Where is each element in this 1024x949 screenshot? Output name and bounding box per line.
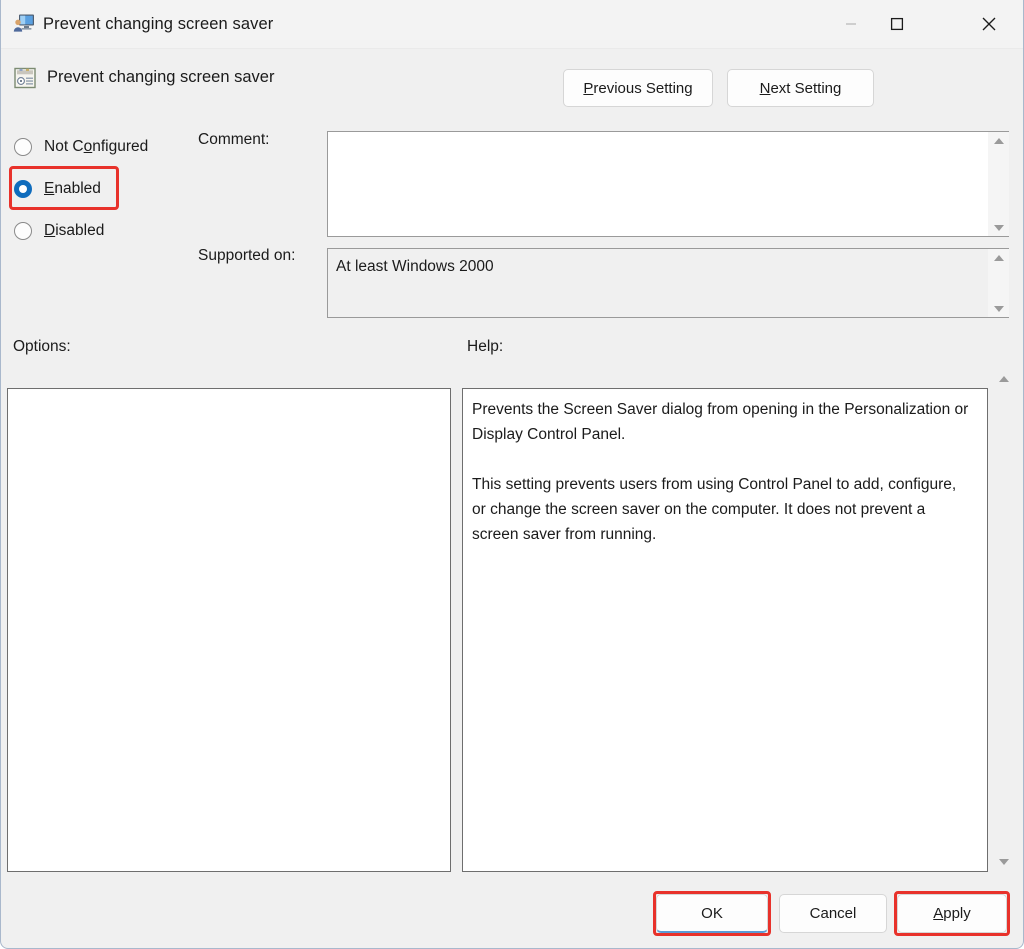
comment-scroll-down-icon[interactable] <box>988 219 1009 236</box>
help-label: Help: <box>467 338 504 355</box>
ok-button[interactable]: OK <box>656 894 768 933</box>
options-pane[interactable] <box>7 388 451 872</box>
next-setting-accel: N <box>759 79 771 97</box>
radio-disabled-mark[interactable] <box>14 222 32 240</box>
radio-en-text: nabled <box>54 180 101 197</box>
help-paragraph: Prevents the Screen Saver dialog from op… <box>472 401 969 443</box>
radio-nc-text-a: Not C <box>44 138 84 155</box>
radio-disabled-label: Disabled <box>44 222 104 240</box>
next-setting-button[interactable]: Next Setting <box>727 69 874 107</box>
supported-scroll-up-icon[interactable] <box>988 249 1009 266</box>
radio-disabled[interactable]: Disabled <box>14 218 104 244</box>
radio-nc-text-b: nfigured <box>92 138 149 155</box>
comment-input[interactable] <box>328 132 988 236</box>
supported-scroll-down-icon[interactable] <box>988 300 1009 317</box>
supported-on-label: Supported on: <box>198 247 296 264</box>
title-bar: Prevent changing screen saver <box>1 0 1023 49</box>
supported-on-value: At least Windows 2000 <box>336 258 494 275</box>
radio-not-configured-label: Not Configured <box>44 138 148 156</box>
help-scrollbar[interactable] <box>993 370 1014 870</box>
help-scroll-up-icon[interactable] <box>993 370 1014 387</box>
minimize-icon[interactable] <box>828 0 874 47</box>
previous-setting-label: revious Setting <box>593 79 693 97</box>
radio-dis-accel: D <box>44 222 56 239</box>
apply-button[interactable]: Apply <box>897 894 1007 933</box>
radio-enabled-label: Enabled <box>44 180 101 198</box>
user-monitor-icon <box>13 13 35 33</box>
apply-accel: A <box>933 905 944 922</box>
policy-setting-dialog: Prevent changing screen saver Prevent ch… <box>0 0 1024 949</box>
radio-not-configured[interactable]: Not Configured <box>14 134 148 160</box>
help-scroll-down-icon[interactable] <box>993 853 1014 870</box>
comment-scroll-up-icon[interactable] <box>988 132 1009 149</box>
policy-setting-icon <box>13 66 37 90</box>
previous-setting-button[interactable]: Previous Setting <box>563 69 713 107</box>
apply-label: pply <box>943 905 971 922</box>
cancel-button[interactable]: Cancel <box>779 894 887 933</box>
radio-dis-text: isabled <box>55 222 105 239</box>
help-pane: Prevents the Screen Saver dialog from op… <box>462 388 988 872</box>
comment-scrollbar[interactable] <box>988 132 1009 236</box>
radio-not-configured-mark[interactable] <box>14 138 32 156</box>
comment-box <box>327 131 1009 237</box>
maximize-icon[interactable] <box>874 0 920 47</box>
radio-en-accel: E <box>44 180 55 197</box>
close-icon[interactable] <box>966 0 1012 47</box>
radio-enabled-mark[interactable] <box>14 180 32 198</box>
help-text: Prevents the Screen Saver dialog from op… <box>472 397 972 547</box>
supported-on-scrollbar[interactable] <box>988 249 1009 317</box>
help-paragraph: This setting prevents users from using C… <box>472 476 957 543</box>
supported-on-box: At least Windows 2000 <box>327 248 1009 318</box>
window-title: Prevent changing screen saver <box>43 15 274 33</box>
comment-label: Comment: <box>198 131 270 148</box>
options-label: Options: <box>13 338 71 355</box>
radio-enabled[interactable]: Enabled <box>14 176 101 202</box>
policy-name: Prevent changing screen saver <box>47 68 275 86</box>
radio-nc-accel: o <box>83 138 93 155</box>
previous-setting-accel: P <box>583 79 594 97</box>
next-setting-label: ext Setting <box>770 79 842 97</box>
